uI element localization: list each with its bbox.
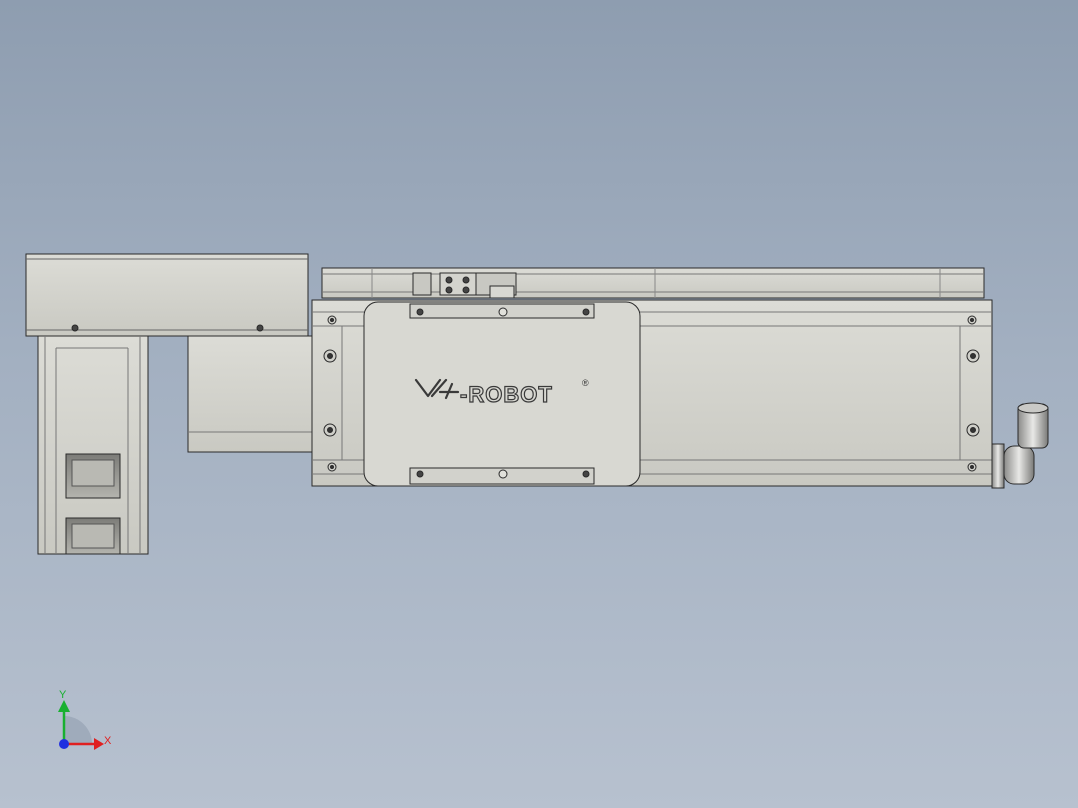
upper-rail: [321, 267, 985, 299]
z-axis-dot: [59, 739, 69, 749]
cable-clamp: [412, 272, 517, 299]
y-axis-arrowhead-icon: [58, 700, 70, 712]
logo-text: -ROBOT: [460, 382, 553, 407]
cad-viewport[interactable]: -ROBOT ® Y X: [0, 0, 1078, 808]
triad-x-label: X: [104, 735, 112, 747]
air-fitting: [991, 402, 1049, 489]
motor-cover: [25, 253, 309, 337]
triad-arc: [64, 716, 92, 744]
model-canvas[interactable]: -ROBOT ® Y X: [0, 0, 1078, 808]
logo-registered-mark: ®: [582, 378, 589, 388]
orientation-triad[interactable]: Y X: [58, 689, 112, 750]
triad-y-label: Y: [59, 689, 67, 701]
motor-leg: [37, 335, 149, 555]
motor-flange: [187, 335, 313, 453]
x-axis-arrowhead-icon: [94, 738, 104, 750]
